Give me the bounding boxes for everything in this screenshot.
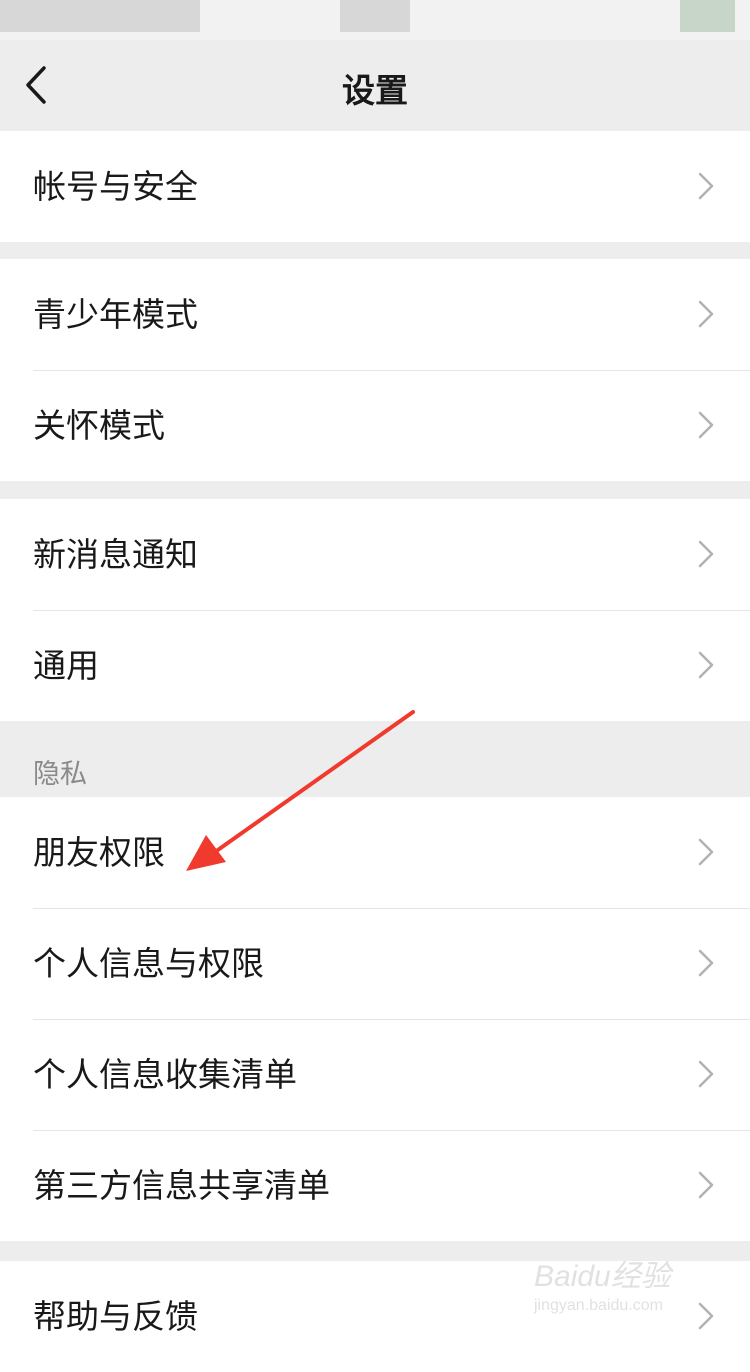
chevron-right-icon (698, 1171, 714, 1199)
svg-text:Baidu经验: Baidu经验 (534, 1260, 675, 1293)
setting-label: 帮助与反馈 (33, 1297, 198, 1336)
setting-row-personal-info-collection[interactable]: 个人信息收集清单 (0, 1019, 750, 1130)
blurred-status-info (0, 0, 200, 32)
chevron-right-icon (698, 838, 714, 866)
settings-group-account: 帐号与安全 (0, 131, 750, 242)
setting-label: 朋友权限 (33, 833, 165, 872)
status-bar (0, 0, 750, 40)
setting-label: 关怀模式 (33, 406, 165, 445)
baidu-paw-logo: Baidu经验 jingyan.baidu.com (533, 1260, 675, 1314)
chevron-right-icon (698, 300, 714, 328)
setting-label: 青少年模式 (33, 295, 198, 334)
settings-group-general: 新消息通知 通用 (0, 499, 750, 721)
setting-row-personal-info-permissions[interactable]: 个人信息与权限 (0, 908, 750, 1019)
setting-row-care-mode[interactable]: 关怀模式 (0, 370, 750, 481)
blurred-status-icons (680, 0, 735, 32)
chevron-right-icon (698, 172, 714, 200)
setting-row-teen-mode[interactable]: 青少年模式 (0, 259, 750, 370)
setting-row-general[interactable]: 通用 (0, 610, 750, 721)
chevron-right-icon (698, 949, 714, 977)
setting-row-notifications[interactable]: 新消息通知 (0, 499, 750, 610)
setting-row-account-security[interactable]: 帐号与安全 (0, 131, 750, 242)
blurred-status-time (340, 0, 410, 32)
setting-label: 新消息通知 (33, 535, 198, 574)
setting-label: 通用 (33, 646, 99, 685)
setting-label: 个人信息与权限 (33, 944, 264, 983)
settings-group-modes: 青少年模式 关怀模式 (0, 259, 750, 481)
chevron-right-icon (698, 540, 714, 568)
chevron-right-icon (698, 651, 714, 679)
chevron-right-icon (698, 1060, 714, 1088)
setting-label: 帐号与安全 (33, 167, 198, 206)
section-title-privacy: 隐私 (33, 759, 87, 790)
chevron-right-icon (698, 411, 714, 439)
baidu-jingyan-watermark: Baidu经验 jingyan.baidu.com (530, 1248, 710, 1322)
setting-row-third-party-sharing[interactable]: 第三方信息共享清单 (0, 1130, 750, 1241)
settings-group-privacy: 朋友权限 个人信息与权限 个人信息收集清单 第三方信息共享清单 (0, 797, 750, 1241)
setting-label: 个人信息收集清单 (33, 1055, 297, 1094)
setting-row-friend-permissions[interactable]: 朋友权限 (0, 797, 750, 908)
svg-text:jingyan.baidu.com: jingyan.baidu.com (533, 1297, 663, 1314)
page-title: 设置 (342, 71, 408, 110)
setting-label: 第三方信息共享清单 (33, 1166, 330, 1205)
navigation-bar: 设置 (0, 40, 750, 130)
